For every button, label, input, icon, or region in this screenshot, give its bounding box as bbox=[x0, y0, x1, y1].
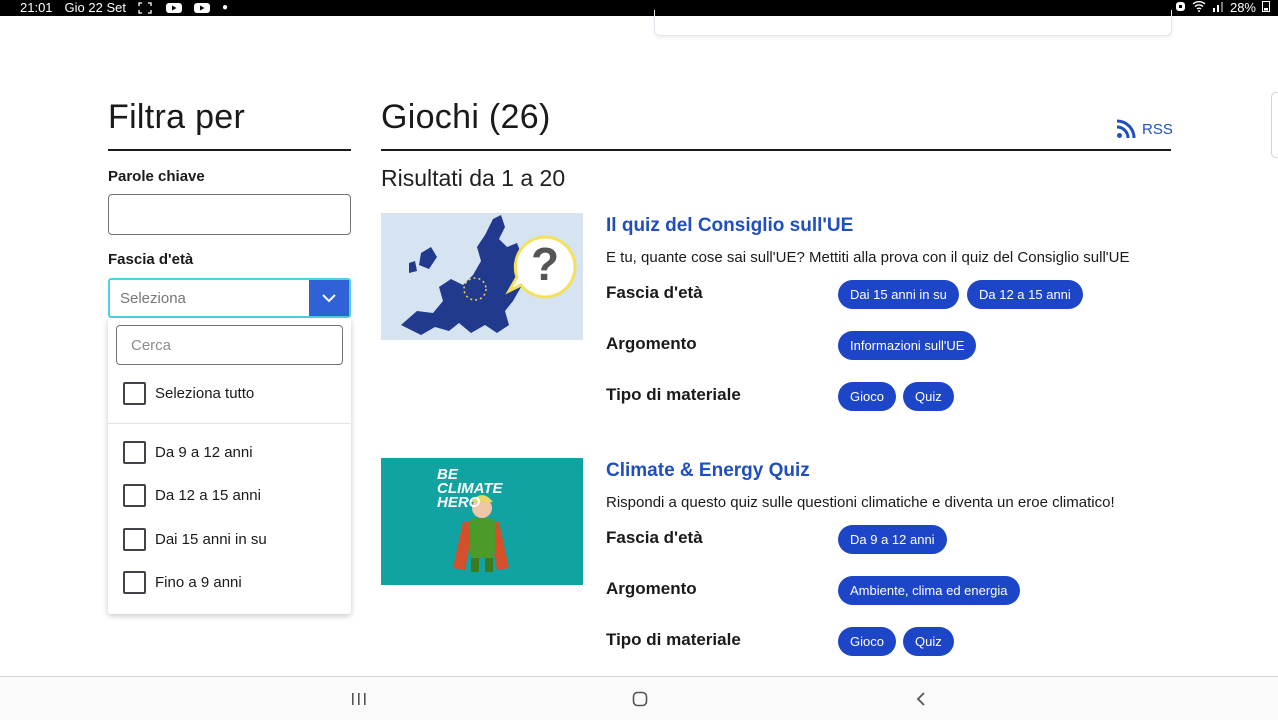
result-title-link[interactable]: Il quiz del Consiglio sull'UE bbox=[606, 215, 853, 237]
result-description: E tu, quante cose sai sull'UE? Mettiti a… bbox=[606, 249, 1130, 266]
home-icon bbox=[632, 691, 648, 707]
age-option-label: Da 12 a 15 anni bbox=[155, 487, 261, 504]
age-range-label: Fascia d'età bbox=[108, 251, 194, 268]
tag-type[interactable]: Gioco bbox=[838, 382, 896, 411]
age-meta-label: Fascia d'età bbox=[606, 528, 703, 547]
filter-divider bbox=[108, 149, 351, 151]
select-all-checkbox[interactable] bbox=[123, 382, 146, 405]
battery-icon bbox=[1262, 0, 1270, 16]
age-option-label: Da 9 a 12 anni bbox=[155, 444, 253, 461]
age-option-checkbox[interactable] bbox=[123, 528, 146, 551]
keywords-input[interactable] bbox=[108, 194, 351, 235]
age-option-label: Fino a 9 anni bbox=[155, 574, 242, 591]
youtube-icon bbox=[165, 2, 182, 14]
quiz-eu-thumbnail[interactable]: ? bbox=[381, 213, 583, 340]
tag-topic[interactable]: Ambiente, clima ed energia bbox=[838, 576, 1020, 605]
tag-age[interactable]: Da 9 a 12 anni bbox=[838, 525, 947, 554]
back-button[interactable] bbox=[909, 687, 933, 711]
tag-type[interactable]: Gioco bbox=[838, 627, 896, 656]
age-range-dropdown-button[interactable] bbox=[309, 280, 349, 316]
age-range-select[interactable]: Seleziona bbox=[108, 278, 351, 318]
age-range-placeholder: Seleziona bbox=[120, 290, 186, 307]
age-option[interactable]: Da 9 a 12 anni bbox=[123, 441, 253, 464]
rss-icon bbox=[1116, 119, 1136, 139]
recent-apps-button[interactable] bbox=[347, 687, 371, 711]
age-meta-label: Fascia d'età bbox=[606, 283, 703, 302]
age-range-dropdown: Cerca Seleziona tutto Da 9 a 12 anni Da … bbox=[108, 318, 351, 614]
top-card-remnant bbox=[654, 10, 1172, 36]
dropdown-search-input[interactable]: Cerca bbox=[116, 325, 343, 365]
recent-apps-icon bbox=[352, 693, 366, 705]
select-all-option[interactable]: Seleziona tutto bbox=[123, 382, 254, 405]
type-meta-label: Tipo di materiale bbox=[606, 385, 741, 404]
signal-icon bbox=[1212, 0, 1224, 16]
climate-hero-logo-text: BE CLIMATE HERO bbox=[437, 466, 503, 511]
system-nav-bar bbox=[0, 676, 1278, 720]
dot-icon: ● bbox=[221, 2, 229, 13]
topic-meta-label: Argomento bbox=[606, 579, 697, 598]
tag-topic[interactable]: Informazioni sull'UE bbox=[838, 331, 977, 360]
youtube-icon bbox=[193, 2, 210, 14]
result-description: Rispondi a questo quiz sulle questioni c… bbox=[606, 494, 1115, 511]
dropdown-divider bbox=[108, 423, 351, 424]
wifi-icon bbox=[1192, 0, 1206, 16]
result-title-link[interactable]: Climate & Energy Quiz bbox=[606, 460, 810, 482]
age-option[interactable]: Da 12 a 15 anni bbox=[123, 484, 261, 507]
topic-meta-label: Argomento bbox=[606, 334, 697, 353]
age-option[interactable]: Fino a 9 anni bbox=[123, 571, 242, 594]
rss-link[interactable]: RSS bbox=[1116, 119, 1173, 139]
age-option[interactable]: Dai 15 anni in su bbox=[123, 528, 267, 551]
tag-type[interactable]: Quiz bbox=[903, 627, 954, 656]
question-mark-text: ? bbox=[531, 238, 560, 290]
filter-title: Filtra per bbox=[108, 98, 246, 136]
home-button[interactable] bbox=[628, 687, 652, 711]
rss-label: RSS bbox=[1142, 120, 1173, 138]
results-count: Risultati da 1 a 20 bbox=[381, 165, 566, 191]
results-title: Giochi (26) bbox=[381, 98, 551, 136]
climate-quiz-thumbnail[interactable]: BE CLIMATE HERO bbox=[381, 458, 583, 585]
results-divider bbox=[381, 149, 1171, 151]
status-date: Gio 22 Set bbox=[64, 0, 126, 15]
age-option-label: Dai 15 anni in su bbox=[155, 531, 267, 548]
age-option-checkbox[interactable] bbox=[123, 441, 146, 464]
alarm-icon bbox=[1175, 0, 1186, 16]
age-option-checkbox[interactable] bbox=[123, 571, 146, 594]
side-handle[interactable] bbox=[1271, 92, 1278, 158]
chevron-down-icon bbox=[322, 293, 336, 302]
type-meta-label: Tipo di materiale bbox=[606, 630, 741, 649]
age-option-checkbox[interactable] bbox=[123, 484, 146, 507]
tag-age[interactable]: Dai 15 anni in su bbox=[838, 280, 959, 309]
back-icon bbox=[916, 692, 925, 706]
keywords-label: Parole chiave bbox=[108, 168, 205, 185]
status-time: 21:01 bbox=[20, 0, 53, 15]
screenshot-icon bbox=[138, 2, 154, 14]
tag-age[interactable]: Da 12 a 15 anni bbox=[967, 280, 1083, 309]
battery-text: 28% bbox=[1229, 0, 1256, 15]
select-all-label: Seleziona tutto bbox=[155, 385, 255, 402]
tag-type[interactable]: Quiz bbox=[903, 382, 954, 411]
